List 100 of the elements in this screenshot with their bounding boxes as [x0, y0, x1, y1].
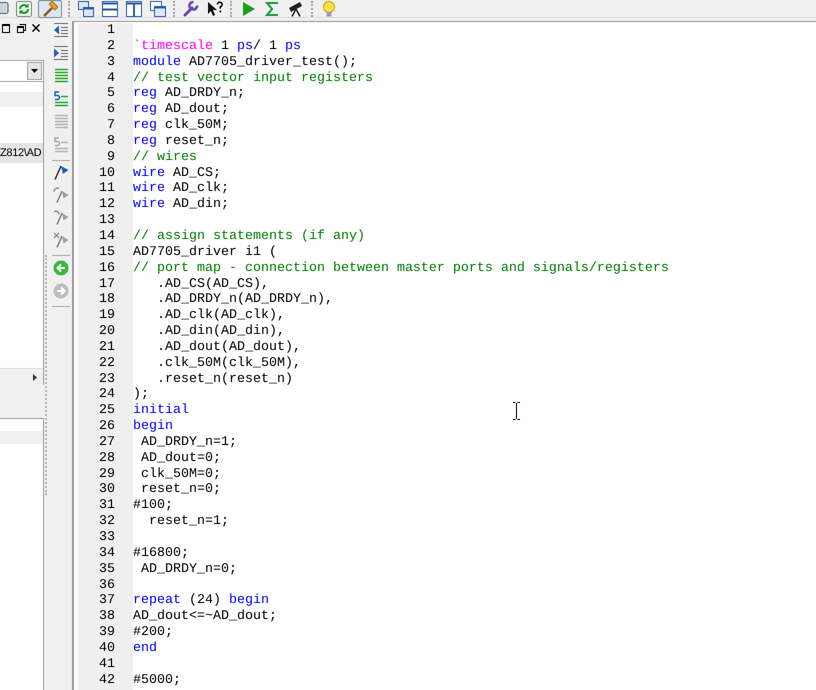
line-number: 40 — [99, 640, 115, 656]
pressed-toolbar-button[interactable] — [38, 0, 62, 18]
line-number: 42 — [99, 672, 115, 688]
flag-icon[interactable] — [53, 164, 69, 180]
scroll-right-icon[interactable] — [33, 374, 37, 380]
overlapping-windows-icon[interactable] — [150, 0, 166, 16]
line-number: 31 — [99, 498, 115, 514]
code-line: wire AD_CS; — [133, 166, 221, 181]
line-number: 19 — [99, 308, 115, 324]
code-line: wire AD_clk; — [133, 181, 229, 197]
code-line: ); — [133, 387, 149, 403]
outdent-icon[interactable] — [53, 22, 69, 38]
line-number: 17 — [99, 276, 115, 292]
line-number: 10 — [99, 166, 115, 181]
text-cursor-icon — [513, 402, 520, 420]
code-line: reg clk_50M; — [133, 118, 229, 134]
code-line: // port map - connection between master ports and signals/registers — [133, 260, 669, 276]
code-line: reg reset_n; — [133, 134, 229, 150]
line-number: 27 — [99, 434, 115, 450]
code-line: #16800; — [133, 546, 189, 562]
code-line: // wires — [133, 150, 197, 166]
line-number: 3 — [107, 54, 115, 70]
code-line: #200; — [133, 625, 173, 641]
line-number: 24 — [99, 387, 115, 402]
code-line: AD_dout<=~AD_dout; — [133, 609, 277, 626]
code-line: AD7705_driver i1 ( — [133, 244, 277, 261]
code-line: initial — [133, 403, 189, 419]
horizontal-scrollbar[interactable] — [0, 368, 43, 385]
line-number: 2 — [107, 38, 115, 54]
line-number: 39 — [99, 625, 115, 640]
line-number: 21 — [99, 340, 115, 355]
code-line: // assign statements (if any) — [133, 228, 365, 245]
code-line: wire AD_din; — [133, 197, 229, 214]
wrench-icon[interactable] — [182, 0, 198, 16]
sigma-icon[interactable] — [264, 0, 280, 16]
line-number: 8 — [107, 134, 115, 149]
line-number: 26 — [99, 419, 115, 434]
telescope-icon[interactable] — [288, 0, 304, 16]
numbered-lines-icon[interactable] — [53, 90, 69, 106]
line-number: 7 — [107, 118, 115, 134]
line-number: 16 — [99, 260, 115, 276]
code-line: module AD7705_driver_test(); — [133, 54, 357, 71]
code-editor[interactable] — [72, 21, 816, 690]
code-line: repeat (24) begin — [133, 593, 269, 609]
line-number: 29 — [99, 466, 115, 482]
line-number: 36 — [99, 578, 115, 593]
code-line: .clk_50M(clk_50M), — [156, 356, 301, 372]
code-line: reset_n=0; — [140, 482, 221, 498]
line-number: 37 — [99, 593, 115, 608]
list-item[interactable]: Z812\AD — [0, 143, 43, 163]
code-line: clk_50M=0; — [140, 466, 221, 482]
code-line: end — [133, 640, 157, 657]
line-number: 20 — [99, 324, 115, 340]
line-number: 33 — [99, 530, 115, 545]
line-number: 13 — [99, 213, 115, 228]
line-number: 11 — [99, 181, 115, 196]
refresh-icon[interactable] — [16, 0, 32, 16]
line-number: 6 — [107, 102, 115, 118]
code-line: .AD_dout(AD_dout), — [156, 340, 301, 356]
line-number: 35 — [99, 562, 115, 577]
code-line: AD_dout=0; — [140, 450, 221, 467]
line-number: 15 — [99, 244, 115, 260]
code-line: .AD_DRDY_n(AD_DRDY_n), — [156, 292, 333, 308]
line-number: 41 — [99, 656, 115, 672]
indent-icon[interactable] — [53, 44, 69, 60]
text-lines-icon[interactable] — [53, 68, 69, 84]
line-number: 32 — [99, 514, 115, 530]
code-line: reg AD_DRDY_n; — [133, 86, 245, 102]
split-horizontal-icon[interactable] — [102, 0, 118, 16]
line-number: 9 — [107, 150, 115, 165]
code-line: #100; — [133, 498, 173, 514]
close-icon[interactable] — [32, 24, 40, 32]
line-number: 22 — [99, 356, 115, 371]
line-number: 30 — [99, 482, 115, 498]
line-number: 28 — [99, 450, 115, 466]
code-line: `timescale 1 ps/ 1 ps — [133, 38, 301, 55]
line-number: 12 — [99, 197, 115, 212]
line-number: 23 — [99, 372, 115, 387]
maximize-icon[interactable] — [2, 24, 10, 32]
code-line: .AD_din(AD_din), — [156, 324, 285, 340]
code-line: reset_n=1; — [148, 514, 229, 530]
line-number: 25 — [99, 403, 115, 418]
code-line: AD_DRDY_n=0; — [140, 562, 237, 578]
code-line: AD_DRDY_n=1; — [140, 434, 237, 451]
help-pointer-icon[interactable] — [206, 0, 222, 16]
line-number: 38 — [99, 609, 115, 624]
code-line: .AD_CS(AD_CS), — [156, 276, 269, 292]
dropdown-button[interactable] — [27, 62, 42, 80]
restore-icon[interactable] — [17, 24, 26, 32]
split-vertical-icon[interactable] — [126, 0, 142, 16]
line-number: 34 — [99, 546, 115, 561]
box-icon[interactable] — [0, 0, 9, 16]
code-line: begin — [133, 419, 173, 435]
code-line: reg AD_dout; — [133, 102, 229, 118]
dropdown-field[interactable] — [0, 60, 43, 82]
line-number: 4 — [107, 70, 115, 86]
code-line: // test vector input registers — [133, 70, 373, 86]
hammer-icon — [42, 0, 58, 16]
windows-icon[interactable] — [78, 0, 94, 16]
code-line: .reset_n(reset_n) — [156, 372, 293, 388]
